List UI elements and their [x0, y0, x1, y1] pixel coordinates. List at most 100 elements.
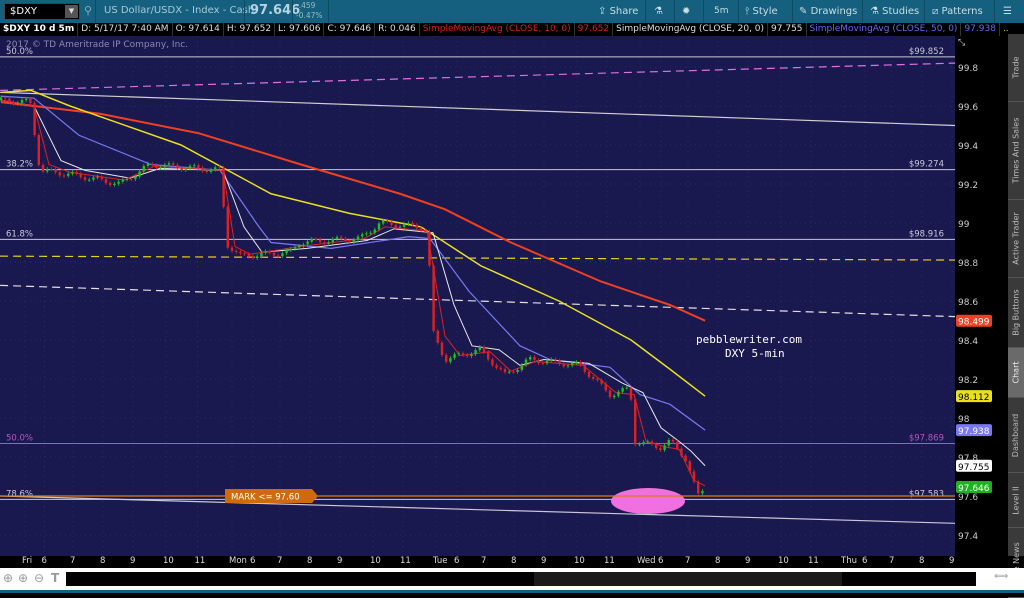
- studies-label: Studies: [882, 6, 920, 17]
- studies-button[interactable]: ⚗ Studies: [870, 0, 919, 23]
- candle: [650, 441, 654, 445]
- candle: [113, 183, 116, 185]
- sma50-label: SimpleMovingAvg (CLOSE, 50, 0): [807, 23, 962, 36]
- link-icon[interactable]: ⚲: [84, 4, 92, 17]
- y-tick-label: 97.4: [958, 532, 978, 542]
- candle: [398, 226, 402, 228]
- candle: [235, 250, 238, 252]
- x-tick-label: 7: [277, 556, 283, 566]
- candle: [58, 172, 61, 176]
- candle: [386, 220, 389, 222]
- x-tick-label: 8: [307, 556, 313, 566]
- share-button[interactable]: ⇪ Share: [598, 0, 638, 23]
- candle: [20, 100, 24, 103]
- list-icon: ☰: [1003, 6, 1012, 17]
- candle: [8, 98, 11, 102]
- collapse-icon[interactable]: ⤡: [958, 38, 965, 48]
- sidebar-tab-times-and-sales[interactable]: Times And Sales: [1008, 102, 1024, 200]
- timeframe-button[interactable]: 5m: [714, 0, 729, 23]
- candle: [667, 440, 670, 446]
- candle: [575, 362, 578, 364]
- candle: [558, 360, 561, 365]
- candle: [327, 242, 330, 244]
- candle: [12, 101, 15, 104]
- x-tick-label: Mon: [229, 556, 247, 566]
- sidebar-tab-dashboard[interactable]: Dashboard: [1008, 398, 1024, 473]
- x-tick-label: Thu: [841, 556, 857, 566]
- sma10-value: 97.652: [575, 23, 614, 36]
- more-studies[interactable]: ...: [1000, 23, 1008, 36]
- sidebar-tab-chart[interactable]: Chart: [1008, 348, 1024, 398]
- style-button[interactable]: ⫯ Style: [745, 0, 778, 23]
- sidebar-tab-big-buttons[interactable]: Big Buttons: [1008, 278, 1024, 348]
- x-tick-label: 8: [715, 556, 721, 566]
- y-tick-label: 99.8: [958, 64, 978, 74]
- x-tick-label: 6: [250, 556, 256, 566]
- candle: [520, 364, 523, 370]
- candle: [571, 362, 574, 366]
- text-tool-icon[interactable]: T: [51, 571, 59, 585]
- candle: [155, 165, 158, 168]
- flask-button[interactable]: ⚗: [654, 0, 663, 23]
- price-chart[interactable]: 2017 © TD Ameritrade IP Company, Inc. 50…: [0, 36, 1008, 556]
- patterns-button[interactable]: ⧄ Patterns: [932, 0, 983, 23]
- settings-button[interactable]: ✹: [682, 0, 690, 23]
- candle: [634, 399, 637, 445]
- candle: [319, 239, 322, 243]
- right-sidebar: Trade Times And Sales Active Trader Big But…: [1008, 34, 1024, 598]
- x-tick-label: 10: [163, 556, 174, 566]
- candle: [54, 169, 57, 173]
- candle: [146, 163, 150, 166]
- x-tick-label: Tue: [433, 556, 448, 566]
- candle: [600, 380, 603, 384]
- sidebar-tab-label: Big Buttons: [1011, 289, 1021, 336]
- candle: [466, 354, 469, 357]
- time-scrollbar[interactable]: [66, 572, 976, 586]
- candle: [482, 346, 486, 353]
- candle: [172, 163, 175, 165]
- candle: [167, 163, 171, 165]
- sidebar-tab-active-trader[interactable]: Active Trader: [1008, 200, 1024, 278]
- candle: [142, 165, 145, 172]
- candle: [25, 98, 28, 101]
- candle: [684, 455, 687, 462]
- candle: [415, 224, 418, 229]
- candle: [512, 371, 515, 373]
- crosshair-icon[interactable]: ⊕: [3, 571, 13, 585]
- menu-button[interactable]: ☰: [1003, 0, 1012, 23]
- candle: [491, 359, 494, 366]
- bar-date: D: 5/17/17 7:40 AM: [78, 23, 173, 36]
- sidebar-tab-label: Chart: [1011, 361, 1021, 384]
- expand-icon[interactable]: ⟺: [994, 571, 1008, 582]
- candle: [33, 103, 36, 136]
- candle: [461, 353, 465, 355]
- x-tick-label: 11: [194, 556, 206, 566]
- symbol-input[interactable]: $DXY ▼: [4, 3, 80, 20]
- x-tick-label: 8: [511, 556, 517, 566]
- sidebar-tab-level-ii[interactable]: Level II: [1008, 473, 1024, 528]
- candle: [537, 360, 540, 364]
- candle: [46, 169, 49, 172]
- candle: [508, 371, 511, 373]
- candle: [377, 223, 381, 230]
- chevron-down-icon[interactable]: ▼: [65, 5, 78, 18]
- scrollbar-thumb[interactable]: [534, 572, 842, 586]
- candle: [369, 232, 372, 234]
- candle: [516, 369, 519, 372]
- candle: [613, 395, 616, 398]
- toolbar: $DXY ▼ ⚲ US Dollar/USDX - Index - Cash 97…: [0, 0, 1024, 23]
- candle: [352, 239, 355, 243]
- candle: [209, 169, 213, 172]
- candle: [403, 224, 406, 227]
- candle: [411, 222, 414, 225]
- x-tick-label: 11: [400, 556, 411, 566]
- sidebar-tab-trade[interactable]: Trade: [1008, 34, 1024, 102]
- zoom-out-icon[interactable]: ⊖: [34, 571, 44, 585]
- candle: [205, 171, 208, 173]
- candle: [251, 256, 255, 259]
- zoom-in-icon[interactable]: ⊕: [18, 571, 28, 585]
- candle: [445, 355, 448, 362]
- chart-navigation: ⊕ ⊕ ⊖ T ⟺: [0, 568, 1024, 593]
- drawings-button[interactable]: ✎ Drawings: [799, 0, 857, 23]
- candle: [428, 231, 431, 266]
